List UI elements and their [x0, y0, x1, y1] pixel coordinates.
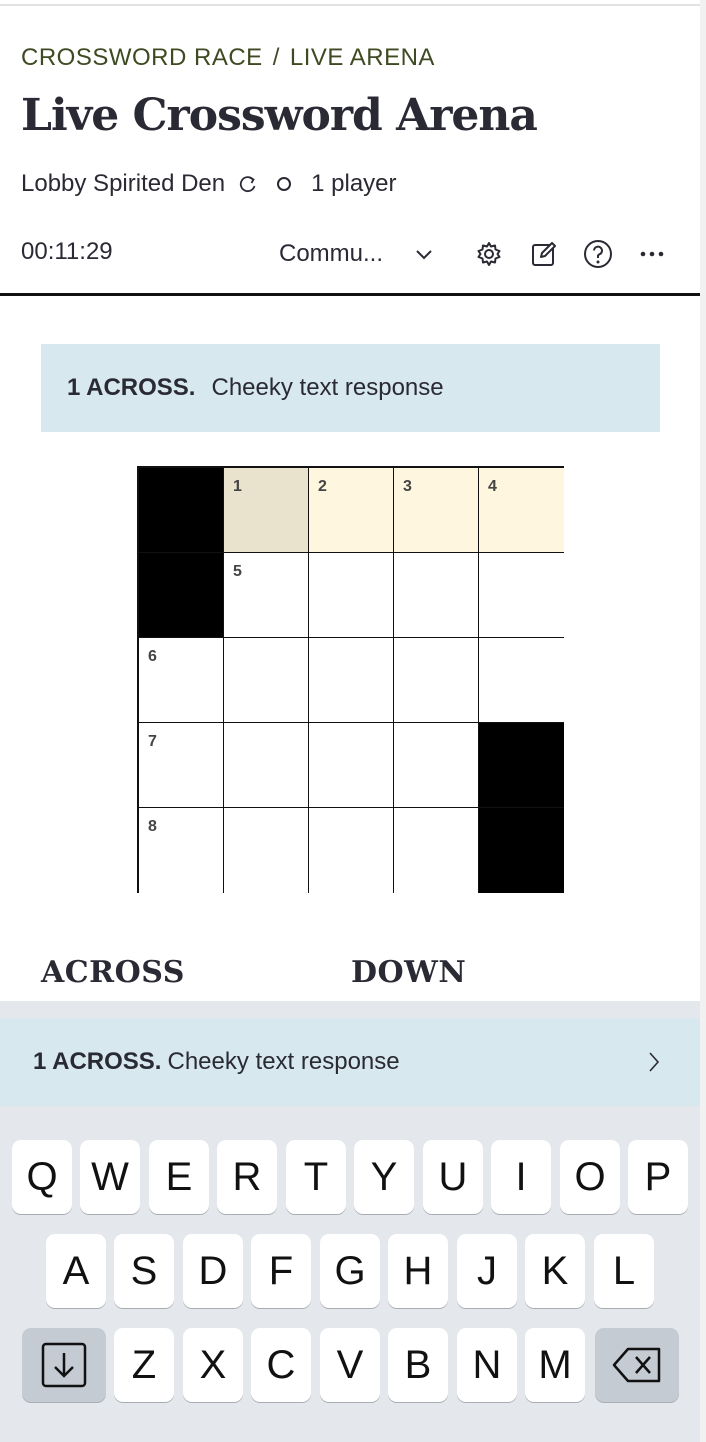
key-z[interactable]: Z: [114, 1328, 174, 1402]
down-heading: DOWN: [351, 955, 467, 990]
cell-number: 6: [148, 648, 157, 665]
key-k[interactable]: K: [525, 1234, 585, 1308]
edit-icon[interactable]: [529, 239, 559, 269]
key-i[interactable]: I: [491, 1140, 551, 1214]
breadcrumb-home-link[interactable]: CROSSWORD RACE: [21, 44, 263, 71]
grid-cell[interactable]: [224, 723, 309, 808]
timer: 00:11:29: [21, 238, 113, 265]
player-count: 1 player: [311, 170, 397, 197]
key-q[interactable]: Q: [12, 1140, 72, 1214]
grid-cell[interactable]: [309, 638, 394, 723]
grid-cell[interactable]: 3: [394, 468, 479, 553]
crossword-grid: 1 2 3 4 5 6 7 8: [137, 466, 564, 893]
grid-cell-black: [479, 723, 564, 808]
backspace-icon: [612, 1347, 661, 1383]
grid-cell[interactable]: [394, 723, 479, 808]
grid-cell[interactable]: 2: [309, 468, 394, 553]
mode-dropdown-value: Commu...: [279, 240, 384, 267]
active-clue-number: 1 ACROSS.: [67, 374, 196, 401]
key-g[interactable]: G: [320, 1234, 380, 1308]
key-c[interactable]: C: [251, 1328, 311, 1402]
player-status-icon: [277, 177, 292, 191]
grid-cell-black: [139, 468, 224, 553]
key-o[interactable]: O: [560, 1140, 620, 1214]
cell-number: 5: [233, 563, 242, 580]
cell-number: 1: [233, 478, 242, 495]
grid-cell[interactable]: [479, 638, 564, 723]
key-f[interactable]: F: [251, 1234, 311, 1308]
grid-cell[interactable]: [224, 808, 309, 893]
clue-bar-text: Cheeky text response: [167, 1048, 400, 1075]
more-icon[interactable]: [637, 239, 667, 269]
keyboard-area: 1 ACROSS. Cheeky text response Q W E R T…: [0, 1001, 700, 1442]
gear-icon[interactable]: [474, 239, 504, 269]
keyboard-dismiss-key[interactable]: [22, 1328, 106, 1402]
grid-cell[interactable]: [309, 553, 394, 638]
cell-number: 8: [148, 818, 157, 835]
key-e[interactable]: E: [149, 1140, 209, 1214]
cell-number: 3: [403, 478, 412, 495]
grid-cell[interactable]: 6: [139, 638, 224, 723]
grid-cell[interactable]: [309, 808, 394, 893]
key-t[interactable]: T: [286, 1140, 346, 1214]
breadcrumb: CROSSWORD RACE / LIVE ARENA: [21, 44, 435, 72]
chevron-down-icon: [413, 243, 435, 265]
header-divider: [0, 293, 700, 296]
help-icon[interactable]: [583, 239, 613, 269]
grid-cell[interactable]: [394, 553, 479, 638]
key-d[interactable]: D: [183, 1234, 243, 1308]
clue-bar-number: 1 ACROSS.: [33, 1048, 162, 1075]
refresh-icon[interactable]: [237, 173, 259, 195]
key-u[interactable]: U: [423, 1140, 483, 1214]
grid-cell[interactable]: [224, 638, 309, 723]
lobby-name: Lobby Spirited Den: [21, 170, 226, 197]
backspace-key[interactable]: [595, 1328, 679, 1402]
across-heading: ACROSS: [41, 955, 185, 990]
page-title: Live Crossword Arena: [21, 90, 538, 141]
key-j[interactable]: J: [457, 1234, 517, 1308]
cell-number: 7: [148, 733, 157, 750]
grid-cell-selected[interactable]: 1: [224, 468, 309, 553]
clue-bar[interactable]: 1 ACROSS. Cheeky text response: [0, 1018, 700, 1106]
key-r[interactable]: R: [217, 1140, 277, 1214]
active-clue-text: Cheeky text response: [211, 374, 444, 401]
grid-cell[interactable]: [309, 723, 394, 808]
cell-number: 2: [318, 478, 327, 495]
chevron-right-icon[interactable]: [646, 1047, 662, 1077]
grid-cell[interactable]: [394, 638, 479, 723]
key-h[interactable]: H: [388, 1234, 448, 1308]
key-l[interactable]: L: [594, 1234, 654, 1308]
grid-cell-black: [139, 553, 224, 638]
toolbar: 00:11:29 Commu...: [0, 230, 700, 278]
key-b[interactable]: B: [388, 1328, 448, 1402]
grid-cell[interactable]: [479, 553, 564, 638]
key-s[interactable]: S: [114, 1234, 174, 1308]
grid-cell-black: [479, 808, 564, 893]
breadcrumb-current-link[interactable]: LIVE ARENA: [290, 44, 435, 71]
lobby-info: Lobby Spirited Den 1 player: [21, 170, 397, 198]
clue-list-headings: ACROSS DOWN: [0, 955, 700, 1001]
mode-dropdown[interactable]: Commu...: [279, 234, 435, 274]
grid-cell[interactable]: [394, 808, 479, 893]
breadcrumb-separator: /: [272, 44, 280, 71]
header: CROSSWORD RACE / LIVE ARENA Live Crossword…: [0, 0, 700, 296]
grid-cell[interactable]: 8: [139, 808, 224, 893]
grid-cell[interactable]: 7: [139, 723, 224, 808]
key-y[interactable]: Y: [354, 1140, 414, 1214]
grid-cell[interactable]: 4: [479, 468, 564, 553]
grid-cell[interactable]: 5: [224, 553, 309, 638]
active-clue-banner: 1 ACROSS. Cheeky text response: [41, 344, 660, 432]
key-w[interactable]: W: [80, 1140, 140, 1214]
key-n[interactable]: N: [457, 1328, 517, 1402]
key-a[interactable]: A: [46, 1234, 106, 1308]
cell-number: 4: [488, 478, 497, 495]
key-x[interactable]: X: [183, 1328, 243, 1402]
key-m[interactable]: M: [525, 1328, 585, 1402]
arrow-down-icon: [41, 1342, 87, 1388]
key-p[interactable]: P: [628, 1140, 688, 1214]
right-edge: [700, 0, 706, 1442]
key-v[interactable]: V: [320, 1328, 380, 1402]
